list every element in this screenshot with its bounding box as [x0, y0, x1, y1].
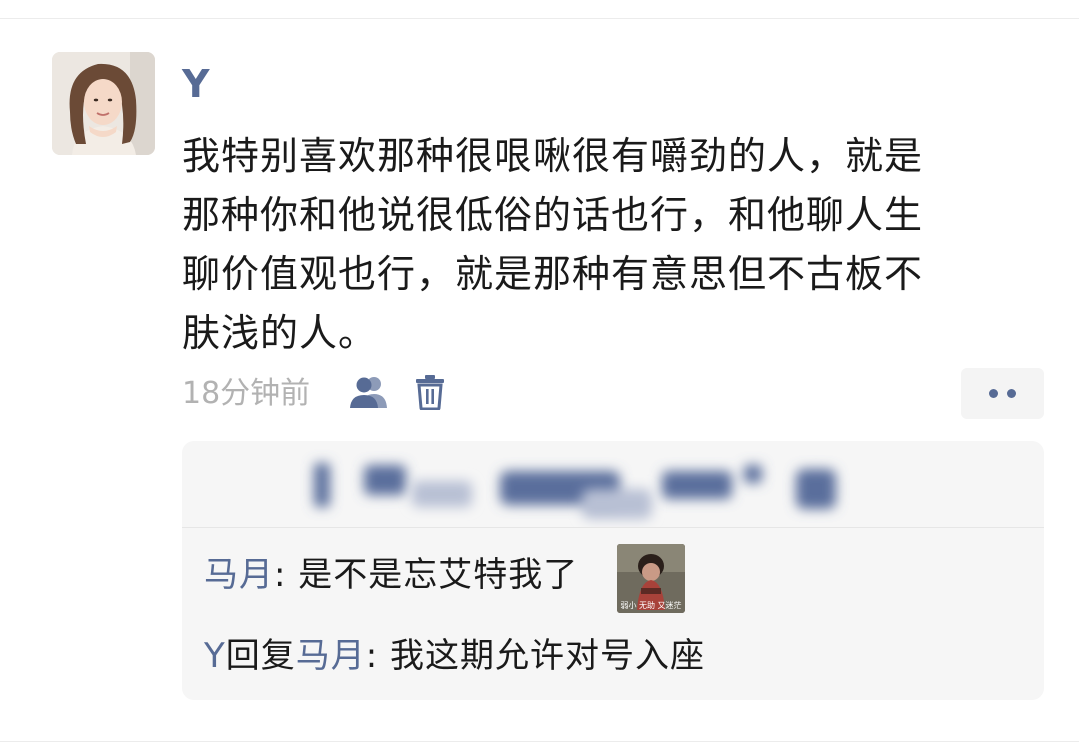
avatar-photo	[52, 52, 155, 155]
comment-separator: :	[365, 636, 391, 676]
sticker-caption: 弱小 无助 又迷茫	[620, 601, 682, 610]
post-text-line: 聊价值观也行，就是那种有意思但不古板不	[182, 252, 924, 296]
avatar[interactable]	[52, 52, 155, 155]
comment-item[interactable]: Y回复马月: 我这期允许对号入座	[204, 634, 705, 678]
comment-reply-word: 回复	[225, 636, 296, 676]
sticker-image[interactable]: 弱小 无助 又迷茫	[617, 544, 685, 613]
comment-box: 马月: 是不是忘艾特我了 弱小 无助 又迷茫 Y回复马月: 我这期允许对号入座	[182, 441, 1044, 700]
post-timestamp: 18分钟前	[182, 376, 311, 411]
top-divider	[0, 18, 1079, 19]
more-dot	[989, 389, 998, 398]
people-icon[interactable]	[348, 374, 390, 410]
post-author-name[interactable]: Y	[182, 62, 210, 106]
comment-separator: :	[274, 555, 299, 595]
comment-text: 是不是忘艾特我了	[298, 555, 579, 595]
trash-icon[interactable]	[415, 374, 445, 411]
comments-divider	[182, 527, 1044, 528]
post-text-line: 我特别喜欢那种很哏啾很有嚼劲的人，就是	[182, 134, 924, 178]
comment-reply-target[interactable]: 马月	[296, 636, 366, 676]
post-meta-row: 18分钟前	[182, 368, 1044, 419]
post-text: 我特别喜欢那种很哏啾很有嚼劲的人，就是 那种你和他说很低俗的话也行，和他聊人生 …	[182, 127, 1032, 363]
post-text-line: 肤浅的人。	[182, 311, 378, 355]
comment-item[interactable]: 马月: 是不是忘艾特我了	[204, 553, 578, 597]
blurred-likes-area	[182, 441, 1044, 527]
comment-text: 我这期允许对号入座	[390, 636, 706, 676]
post-text-line: 那种你和他说很低俗的话也行，和他聊人生	[182, 193, 924, 237]
comment-author[interactable]: Y	[204, 636, 226, 676]
more-dots-icon[interactable]	[961, 368, 1044, 419]
more-dot	[1007, 389, 1016, 398]
blurred-likes-image	[314, 463, 836, 519]
bottom-divider	[0, 741, 1079, 742]
comment-author[interactable]: 马月	[204, 555, 274, 595]
